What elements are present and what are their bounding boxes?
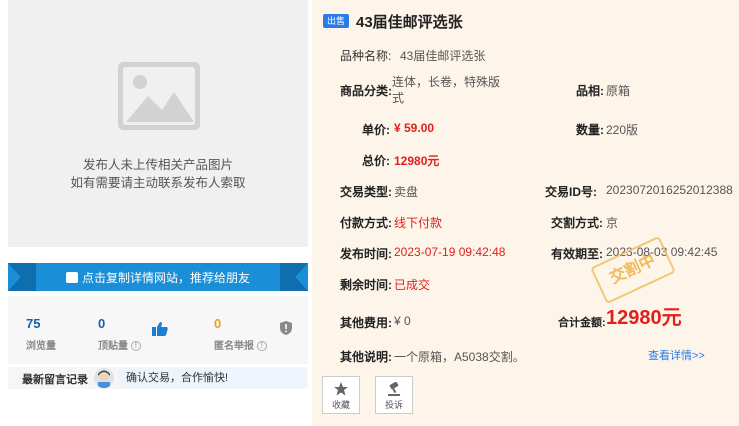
likes-stat: 0 顶贴量 ! <box>98 316 141 352</box>
sell-badge: 出售 <box>323 14 349 28</box>
likes-label: 顶贴量 <box>98 341 128 352</box>
delivery-label: 交割方式: <box>551 216 603 230</box>
variety-value: 43届佳邮评选张 <box>400 49 486 63</box>
category-label: 商品分类: <box>340 84 392 98</box>
ribbon-right <box>280 263 308 291</box>
comments-title: 最新留言记录 <box>22 374 88 386</box>
trade-id-value: 2023072016252012388 <box>606 183 733 197</box>
ribbon-left <box>8 263 36 291</box>
condition-label: 品相: <box>576 84 604 98</box>
category-value-line2: 式 <box>392 91 405 105</box>
help-icon[interactable]: ! <box>130 341 141 352</box>
image-missing-text: 发布人未上传相关产品图片 <box>82 158 233 172</box>
listing-stats: 75 浏览量 0 顶贴量 ! 0 匿名举报 ! <box>8 296 308 364</box>
shield-report-icon[interactable] <box>280 321 292 335</box>
variety-label: 品种名称: <box>340 49 392 63</box>
valid-until-label: 有效期至: <box>551 247 603 261</box>
publish-time-label: 发布时间: <box>340 247 392 261</box>
total-value: 12980元 <box>394 154 440 168</box>
view-details-link[interactable]: 查看详情>> <box>648 347 705 363</box>
quantity-value: 220版 <box>606 123 639 137</box>
complain-button[interactable]: 投诉 <box>375 376 413 414</box>
unit-price-label: 单价: <box>362 123 390 137</box>
note-label: 其他说明: <box>340 350 392 364</box>
reports-label: 匿名举报 <box>214 341 254 352</box>
note-value: 一个原箱，A5038交割。 <box>394 350 525 364</box>
comment-text: 确认交易，合作愉快! <box>118 368 306 388</box>
favorite-button[interactable]: 收藏 <box>322 376 360 414</box>
views-stat: 75 浏览量 <box>26 316 56 352</box>
remaining-value: 已成交 <box>394 278 431 292</box>
remaining-label: 剩余时间: <box>340 278 392 292</box>
views-label: 浏览量 <box>26 341 56 352</box>
likes-count: 0 <box>98 316 106 331</box>
delivery-value: 京 <box>606 216 619 230</box>
other-fee-label: 其他费用: <box>340 316 392 330</box>
payment-label: 付款方式: <box>340 216 392 230</box>
reports-stat: 0 匿名举报 ! <box>214 316 267 352</box>
trade-type-label: 交易类型: <box>340 185 392 199</box>
image-request-text: 如有需要请主动联系发布人索取 <box>70 176 246 190</box>
grand-total-value: 12980元 <box>606 307 682 329</box>
complain-label: 投诉 <box>384 400 403 410</box>
condition-value: 原箱 <box>606 84 631 98</box>
views-count: 75 <box>26 316 41 331</box>
share-label: 点击复制详情网站，推荐给朋友 <box>81 270 250 285</box>
publish-time-value: 2023-07-19 09:42:48 <box>394 245 506 259</box>
listing-title: 43届佳邮评选张 <box>356 14 463 31</box>
user-avatar-icon <box>98 370 110 388</box>
grand-total-label: 合计金额: <box>558 317 606 329</box>
unit-price-value: ¥ 59.00 <box>394 121 435 135</box>
quantity-label: 数量: <box>576 123 604 137</box>
listing-detail-panel: 出售 43届佳邮评选张 品种名称: 43届佳邮评选张 商品分类: 连体，长卷，特… <box>312 0 739 426</box>
latest-comments: 最新留言记录 确认交易，合作愉快! <box>8 367 308 389</box>
product-image-placeholder: 发布人未上传相关产品图片 如有需要请主动联系发布人索取 <box>8 0 308 247</box>
star-icon <box>334 382 348 396</box>
trade-id-label: 交易ID号: <box>545 185 597 199</box>
share-icon <box>65 271 78 283</box>
reports-count: 0 <box>214 316 222 331</box>
payment-value: 线下付款 <box>394 216 443 230</box>
other-fee-value: ¥ 0 <box>394 314 411 328</box>
image-placeholder-icon <box>118 62 200 130</box>
category-value-line1: 连体，长卷，特殊版 <box>392 75 501 89</box>
gavel-icon <box>388 382 400 396</box>
trade-type-value: 卖盘 <box>394 185 419 199</box>
thumbs-up-icon[interactable] <box>152 322 168 336</box>
total-label: 总价: <box>362 154 390 168</box>
share-link-button[interactable]: 点击复制详情网站，推荐给朋友 <box>8 263 308 291</box>
avatar <box>94 368 114 388</box>
help-icon[interactable]: ! <box>256 341 267 352</box>
favorite-label: 收藏 <box>331 400 350 410</box>
